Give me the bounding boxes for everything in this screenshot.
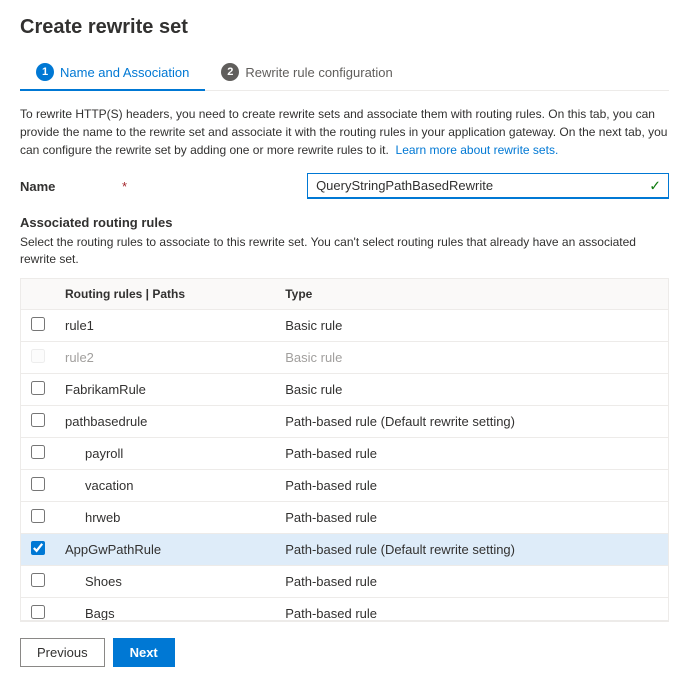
- row-checkbox[interactable]: [31, 317, 45, 331]
- table-row: AppGwPathRulePath-based rule (Default re…: [21, 533, 668, 565]
- row-checkbox[interactable]: [31, 605, 45, 619]
- table-header: Routing rules | Paths Type: [21, 279, 668, 310]
- row-checkbox[interactable]: [31, 349, 45, 363]
- table-row: rule1Basic rule: [21, 309, 668, 341]
- row-checkbox[interactable]: [31, 477, 45, 491]
- row-checkbox-cell: [21, 373, 55, 405]
- row-checkbox-cell: [21, 309, 55, 341]
- row-type: Path-based rule: [275, 597, 668, 621]
- row-checkbox[interactable]: [31, 413, 45, 427]
- row-type: Path-based rule (Default rewrite setting…: [275, 405, 668, 437]
- tab-label-1: Name and Association: [60, 65, 189, 80]
- row-checkbox[interactable]: [31, 573, 45, 587]
- name-input[interactable]: [307, 173, 669, 199]
- learn-more-link[interactable]: Learn more about rewrite sets.: [396, 143, 559, 157]
- row-name: rule1: [55, 309, 275, 341]
- tab-name-association[interactable]: 1 Name and Association: [20, 55, 205, 91]
- previous-button[interactable]: Previous: [20, 638, 105, 667]
- routing-rules-table-container: Routing rules | Paths Type rule1Basic ru…: [20, 278, 669, 621]
- name-row: Name * ✓: [20, 173, 669, 199]
- row-checkbox[interactable]: [31, 541, 45, 555]
- table-row: BagsPath-based rule: [21, 597, 668, 621]
- row-name: AppGwPathRule: [55, 533, 275, 565]
- row-type: Path-based rule (Default rewrite setting…: [275, 533, 668, 565]
- row-type: Basic rule: [275, 309, 668, 341]
- required-indicator: *: [122, 179, 127, 194]
- description: To rewrite HTTP(S) headers, you need to …: [20, 105, 669, 159]
- row-name: Bags: [55, 597, 275, 621]
- table-row: pathbasedrulePath-based rule (Default re…: [21, 405, 668, 437]
- row-checkbox-cell: [21, 565, 55, 597]
- table-row: rule2Basic rule: [21, 341, 668, 373]
- header-routing-rules: Routing rules | Paths: [55, 279, 275, 310]
- tab-number-2: 2: [221, 63, 239, 81]
- table-row: payrollPath-based rule: [21, 437, 668, 469]
- validation-check-icon: ✓: [649, 178, 661, 195]
- row-checkbox-cell: [21, 469, 55, 501]
- row-checkbox-cell: [21, 437, 55, 469]
- row-name: rule2: [55, 341, 275, 373]
- table-row: FabrikamRuleBasic rule: [21, 373, 668, 405]
- routing-rules-table: Routing rules | Paths Type rule1Basic ru…: [21, 279, 668, 621]
- row-type: Path-based rule: [275, 501, 668, 533]
- row-name: hrweb: [55, 501, 275, 533]
- table-row: vacationPath-based rule: [21, 469, 668, 501]
- row-name: payroll: [55, 437, 275, 469]
- tabs-row: 1 Name and Association 2 Rewrite rule co…: [20, 55, 669, 91]
- tab-number-1: 1: [36, 63, 54, 81]
- row-name: FabrikamRule: [55, 373, 275, 405]
- row-checkbox-cell: [21, 501, 55, 533]
- table-row: hrwebPath-based rule: [21, 501, 668, 533]
- next-button[interactable]: Next: [113, 638, 175, 667]
- row-type: Basic rule: [275, 341, 668, 373]
- tab-label-2: Rewrite rule configuration: [245, 65, 392, 80]
- row-checkbox[interactable]: [31, 445, 45, 459]
- row-checkbox-cell: [21, 597, 55, 621]
- associated-routing-rules-title: Associated routing rules: [20, 215, 669, 230]
- name-label: Name: [20, 179, 120, 194]
- header-type: Type: [275, 279, 668, 310]
- name-input-wrapper: ✓: [307, 173, 669, 199]
- row-checkbox-cell: [21, 341, 55, 373]
- row-name: vacation: [55, 469, 275, 501]
- row-type: Path-based rule: [275, 469, 668, 501]
- row-checkbox[interactable]: [31, 509, 45, 523]
- header-checkbox-cell: [21, 279, 55, 310]
- row-type: Path-based rule: [275, 437, 668, 469]
- row-name: pathbasedrule: [55, 405, 275, 437]
- row-type: Path-based rule: [275, 565, 668, 597]
- associated-routing-rules-desc: Select the routing rules to associate to…: [20, 234, 669, 268]
- row-type: Basic rule: [275, 373, 668, 405]
- footer: Previous Next: [20, 621, 669, 667]
- row-checkbox[interactable]: [31, 381, 45, 395]
- row-checkbox-cell: [21, 533, 55, 565]
- row-checkbox-cell: [21, 405, 55, 437]
- table-row: ShoesPath-based rule: [21, 565, 668, 597]
- row-name: Shoes: [55, 565, 275, 597]
- tab-rewrite-rule[interactable]: 2 Rewrite rule configuration: [205, 55, 408, 91]
- page-title: Create rewrite set: [20, 16, 669, 39]
- table-body: rule1Basic rulerule2Basic ruleFabrikamRu…: [21, 309, 668, 621]
